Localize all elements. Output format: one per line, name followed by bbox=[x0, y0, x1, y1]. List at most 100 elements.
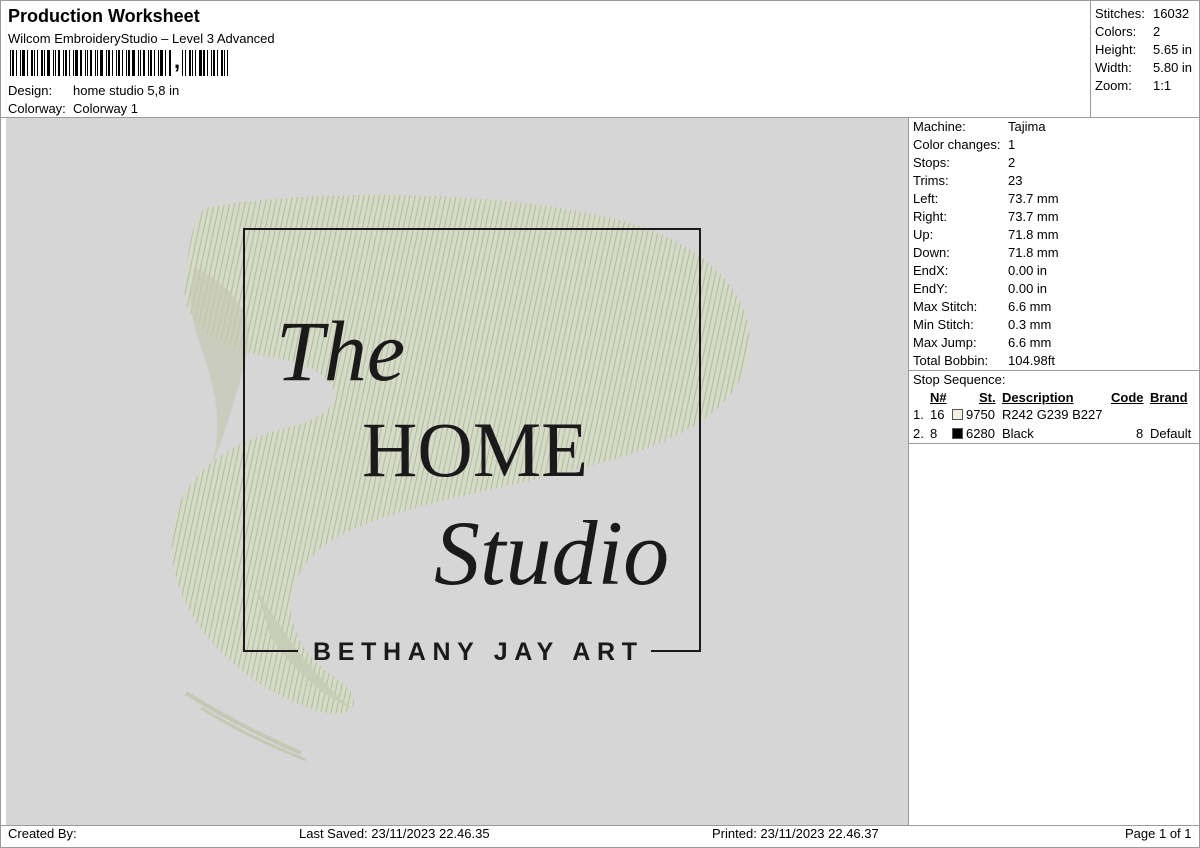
machine-info-label: Up: bbox=[913, 227, 934, 242]
barcode-bar bbox=[20, 50, 21, 76]
barcode-bar bbox=[31, 50, 33, 76]
barcode-bar bbox=[122, 50, 123, 76]
row1-color-swatch bbox=[952, 409, 963, 420]
row1-description: R242 G239 B227 bbox=[1002, 407, 1103, 422]
barcode-bar bbox=[34, 50, 35, 76]
row1-n: 16 bbox=[930, 407, 945, 422]
barcode-bar bbox=[143, 50, 145, 76]
machine-info-value: 0.00 in bbox=[1008, 281, 1048, 296]
width-value: 5.80 in bbox=[1153, 60, 1193, 75]
barcode-bar bbox=[55, 50, 56, 76]
row1-st: 9750 bbox=[966, 407, 995, 422]
barcode-bar bbox=[95, 50, 96, 76]
barcode-bar bbox=[97, 50, 98, 76]
machine-info-row: Down: 71.8 mm bbox=[913, 245, 1193, 260]
design-label: Design: bbox=[8, 83, 53, 98]
machine-info-label: EndY: bbox=[913, 281, 948, 296]
machine-info-value: Tajima bbox=[1008, 119, 1046, 134]
barcode-bar bbox=[112, 50, 113, 76]
barcode-bar bbox=[169, 50, 171, 76]
footer-page-number: Page 1 of 1 bbox=[1125, 826, 1192, 841]
barcode-bar bbox=[27, 50, 28, 76]
barcode-bar bbox=[63, 50, 64, 76]
col-header-n: N# bbox=[930, 390, 947, 405]
footer-created-by: Created By: bbox=[8, 826, 77, 841]
design-text-home: HOME bbox=[362, 406, 588, 493]
barcode-bar bbox=[227, 50, 229, 76]
frame-left bbox=[0, 0, 1, 848]
machine-info-value: 2 bbox=[1008, 155, 1016, 170]
row2-description: Black bbox=[1002, 426, 1034, 441]
design-text-studio: Studio bbox=[434, 502, 669, 604]
barcode-bar bbox=[10, 50, 11, 76]
barcode-bar bbox=[185, 50, 187, 76]
width-label: Width: bbox=[1095, 60, 1132, 75]
barcode-bar bbox=[158, 50, 159, 76]
machine-info-label: Right: bbox=[913, 209, 947, 224]
barcode-bar bbox=[65, 50, 67, 76]
embroidery-design-svg: The HOME Studio BETHANY JAY ART bbox=[171, 194, 750, 762]
machine-info-row: Left: 73.7 mm bbox=[913, 191, 1193, 206]
zoom-value: 1:1 bbox=[1153, 78, 1172, 93]
machine-info-row: Up: 71.8 mm bbox=[913, 227, 1193, 242]
machine-info-value: 6.6 mm bbox=[1008, 335, 1052, 350]
barcode-bar bbox=[126, 50, 127, 76]
colorway-label: Colorway: bbox=[8, 101, 66, 116]
stop-sequence-title: Stop Sequence: bbox=[913, 372, 1006, 387]
row1-index: 1. bbox=[913, 407, 924, 422]
barcode-bar bbox=[44, 50, 45, 76]
machine-info-label: Left: bbox=[913, 191, 939, 206]
barcode-bar bbox=[213, 50, 216, 76]
barcode-bar bbox=[160, 50, 163, 76]
col-header-code: Code bbox=[1111, 390, 1144, 405]
swoosh-stroke-1 bbox=[184, 691, 302, 755]
machine-info-label: Total Bobbin: bbox=[913, 353, 989, 368]
side-divider bbox=[908, 117, 909, 826]
barcode-bar bbox=[100, 50, 103, 76]
barcode-bar bbox=[138, 50, 139, 76]
barcode-bar bbox=[85, 50, 86, 76]
barcode-bar bbox=[195, 50, 197, 76]
machine-info-row: Right: 73.7 mm bbox=[913, 209, 1193, 224]
stitches-value: 16032 bbox=[1153, 6, 1190, 21]
barcode-bar bbox=[221, 50, 224, 76]
design-preview: The HOME Studio BETHANY JAY ART bbox=[6, 118, 908, 825]
machine-info-value: 0.00 in bbox=[1008, 263, 1048, 278]
barcode-bar bbox=[203, 50, 206, 76]
design-text-the: The bbox=[276, 303, 405, 399]
row2-index: 2. bbox=[913, 426, 924, 441]
barcode-bar bbox=[150, 50, 152, 76]
barcode-bar bbox=[87, 50, 88, 76]
software-name: Wilcom EmbroideryStudio – Level 3 Advanc… bbox=[8, 31, 275, 46]
row2-n: 8 bbox=[930, 426, 938, 441]
machine-info-label: EndX: bbox=[913, 263, 949, 278]
barcode-bar bbox=[132, 50, 135, 76]
row2-color-swatch bbox=[952, 428, 963, 439]
colorway-value: Colorway 1 bbox=[73, 101, 139, 116]
stitches-label: Stitches: bbox=[1095, 6, 1145, 21]
machine-info-value: 0.3 mm bbox=[1008, 317, 1052, 332]
barcode-bar bbox=[75, 50, 78, 76]
machine-info-value: 1 bbox=[1008, 137, 1016, 152]
barcode-bar bbox=[140, 50, 141, 76]
summary-divider bbox=[1090, 0, 1091, 118]
machine-info-label: Machine: bbox=[913, 119, 966, 134]
barcode-bar bbox=[211, 50, 213, 76]
machine-info-label: Max Jump: bbox=[913, 335, 977, 350]
barcode-bar bbox=[47, 50, 50, 76]
barcode-bar bbox=[148, 50, 149, 76]
barcode-bar bbox=[118, 50, 120, 76]
barcode: , bbox=[10, 50, 288, 78]
barcode-bar bbox=[41, 50, 43, 76]
design-text-byline: BETHANY JAY ART bbox=[313, 638, 637, 666]
barcode-bar bbox=[37, 50, 38, 76]
machine-info-row: Max Stitch: 6.6 mm bbox=[913, 299, 1193, 314]
machine-info-row: Color changes: 1 bbox=[913, 137, 1193, 152]
barcode-bar bbox=[58, 50, 60, 76]
machine-info-value: 71.8 mm bbox=[1008, 227, 1059, 242]
machine-info-value: 6.6 mm bbox=[1008, 299, 1052, 314]
machine-info-row: Trims: 23 bbox=[913, 173, 1193, 188]
machine-info-label: Max Stitch: bbox=[913, 299, 978, 314]
barcode-bar bbox=[192, 50, 194, 76]
barcode-bar bbox=[189, 50, 192, 76]
